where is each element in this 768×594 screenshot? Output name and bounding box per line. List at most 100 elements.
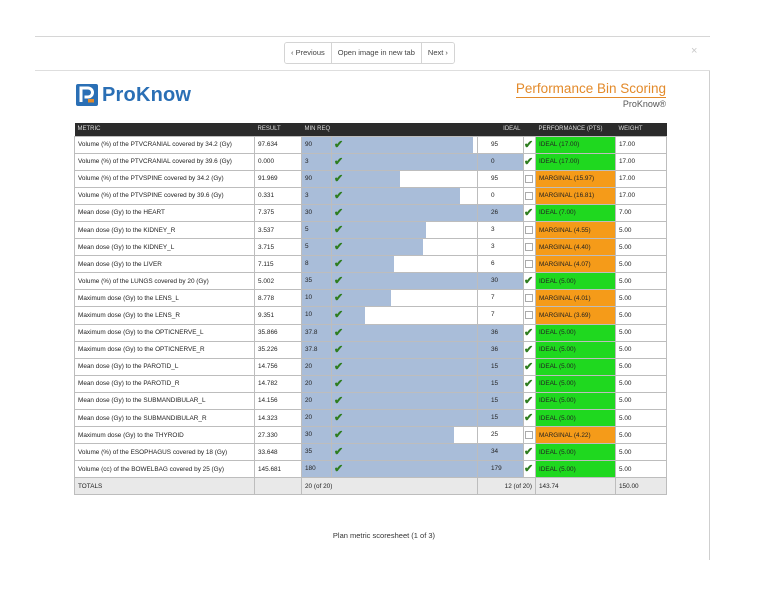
ideal-value: 25 — [491, 431, 499, 439]
score-bar-fill — [332, 444, 477, 460]
ideal-check-cell: ✔ — [523, 323, 536, 342]
result-cell: 0.331 — [254, 186, 302, 205]
score-bar-cell: ✔ — [331, 186, 478, 205]
metric-cell: Maximum dose (Gy) to the OPTICNERVE_R — [74, 340, 255, 359]
checkmark-icon: ✔ — [334, 258, 344, 271]
score-bar-cell: ✔ — [331, 391, 478, 411]
table-row: Mean dose (Gy) to the PAROTID_L 14.756 20 ✔… — [74, 357, 667, 376]
weight-cell: 5.00 — [615, 323, 667, 342]
result-cell: 35.226 — [254, 340, 302, 359]
header-result: RESULT — [254, 123, 302, 136]
ideal-value: 179 — [491, 465, 502, 473]
min-req-value: 35 — [305, 277, 313, 285]
ideal-value: 95 — [491, 140, 499, 148]
score-bar-cell: ✔ — [331, 340, 478, 359]
score-bar-cell: ✔ — [331, 169, 478, 188]
ideal-cell: 0 — [477, 152, 524, 171]
checkmark-icon: ✔ — [334, 275, 344, 288]
metric-cell: Mean dose (Gy) to the PAROTID_L — [74, 357, 255, 376]
scoresheet-table: METRIC RESULT MIN REQ IDEAL PERFORMANCE … — [74, 123, 667, 496]
min-req-cell: 20 — [301, 408, 332, 428]
checkmark-icon: ✔ — [334, 292, 344, 305]
min-req-value: 20 — [305, 379, 313, 387]
previous-button[interactable]: ‹ Previous — [285, 43, 332, 63]
totals-result-empty — [254, 477, 302, 496]
viewer-toolbar: ‹ Previous Open image in new tab Next › … — [35, 37, 710, 71]
header-metric: METRIC — [74, 123, 255, 136]
performance-cell: MARGINAL (4.22) — [535, 426, 616, 445]
score-bar-fill — [332, 222, 427, 238]
ideal-value: 15 — [491, 414, 499, 421]
checkmark-icon: ✔ — [524, 155, 534, 168]
table-row: Maximum dose (Gy) to the OPTICNERVE_L 35.… — [74, 323, 667, 342]
performance-cell: IDEAL (5.00) — [535, 391, 616, 411]
table-header-row: METRIC RESULT MIN REQ IDEAL PERFORMANCE … — [74, 123, 667, 136]
score-bar-cell: ✔ — [331, 289, 478, 308]
score-bar-cell: ✔ — [331, 255, 478, 274]
header-spacer — [331, 123, 478, 136]
min-req-cell: 35 — [301, 272, 332, 291]
ideal-cell: 0 — [477, 186, 524, 205]
checkmark-icon: ✔ — [524, 446, 534, 459]
ideal-value: 0 — [491, 191, 495, 199]
min-req-value: 37.8 — [305, 328, 318, 336]
ideal-cell: 15 — [477, 357, 524, 376]
next-button[interactable]: Next › — [421, 43, 454, 63]
ideal-check-cell — [523, 169, 536, 188]
metric-cell: Volume (%) of the PTVSPINE covered by 34… — [74, 169, 255, 188]
min-req-cell: 10 — [301, 306, 332, 325]
ideal-cell: 30 — [477, 272, 524, 291]
min-req-value: 37.8 — [305, 345, 318, 353]
score-bar-fill — [478, 393, 523, 409]
close-icon[interactable]: × — [691, 45, 697, 57]
report-header: Performance Bin Scoring ProKnow® — [515, 81, 666, 109]
min-req-cell: 10 — [301, 289, 332, 308]
header-performance: PERFORMANCE (PTS) — [535, 123, 616, 136]
checkmark-icon: ✔ — [524, 360, 534, 373]
result-cell: 9.351 — [254, 306, 302, 325]
ideal-check-cell — [523, 306, 536, 325]
metric-cell: Volume (%) of the PTVCRANIAL covered by … — [74, 135, 255, 154]
weight-cell: 5.00 — [615, 255, 667, 274]
open-in-new-tab-button[interactable]: Open image in new tab — [331, 43, 422, 63]
min-req-value: 3 — [305, 157, 309, 165]
score-bar-cell: ✔ — [331, 460, 478, 479]
weight-cell: 17.00 — [615, 152, 667, 171]
result-cell: 7.115 — [254, 255, 302, 274]
min-req-cell: 20 — [301, 357, 332, 376]
result-cell: 3.537 — [254, 220, 302, 240]
min-req-value: 10 — [305, 294, 313, 302]
min-req-value: 30 — [305, 208, 313, 216]
min-req-cell: 20 — [301, 391, 332, 411]
result-cell: 14.756 — [254, 357, 302, 376]
checkmark-icon: ✔ — [334, 155, 344, 168]
min-req-cell: 90 — [301, 169, 332, 188]
ideal-value: 0 — [491, 157, 495, 165]
checkmark-icon: ✔ — [524, 377, 534, 390]
checkmark-icon: ✔ — [524, 463, 534, 476]
ideal-cell: 34 — [477, 443, 524, 462]
page: ‹ Previous Open image in new tab Next › … — [0, 0, 768, 594]
score-bar-fill — [332, 273, 477, 289]
table-row: Volume (%) of the PTVSPINE covered by 34… — [74, 169, 667, 188]
min-req-cell: 20 — [301, 374, 332, 393]
result-cell: 5.002 — [254, 272, 302, 291]
score-bar-fill — [332, 239, 424, 255]
table-body: Volume (%) of the PTVCRANIAL covered by … — [74, 135, 667, 496]
weight-cell: 7.00 — [615, 203, 667, 222]
weight-cell: 17.00 — [615, 169, 667, 188]
ideal-check-cell: ✔ — [523, 408, 536, 428]
ideal-check-cell: ✔ — [523, 340, 536, 359]
performance-cell: IDEAL (5.00) — [535, 374, 616, 393]
header-ideal: IDEAL — [477, 123, 524, 136]
result-cell: 33.648 — [254, 443, 302, 462]
min-req-value: 5 — [305, 243, 309, 251]
ideal-value: 15 — [491, 362, 499, 370]
table-row: Mean dose (Gy) to the HEART 7.375 30 ✔ 26 ✔ ID… — [74, 203, 667, 222]
score-bar-fill — [332, 154, 477, 170]
ideal-value: 30 — [491, 277, 499, 285]
checkbox-empty-icon — [525, 294, 533, 303]
min-req-cell: 30 — [301, 203, 332, 222]
checkmark-icon: ✔ — [524, 343, 534, 356]
ideal-check-cell: ✔ — [523, 460, 536, 479]
